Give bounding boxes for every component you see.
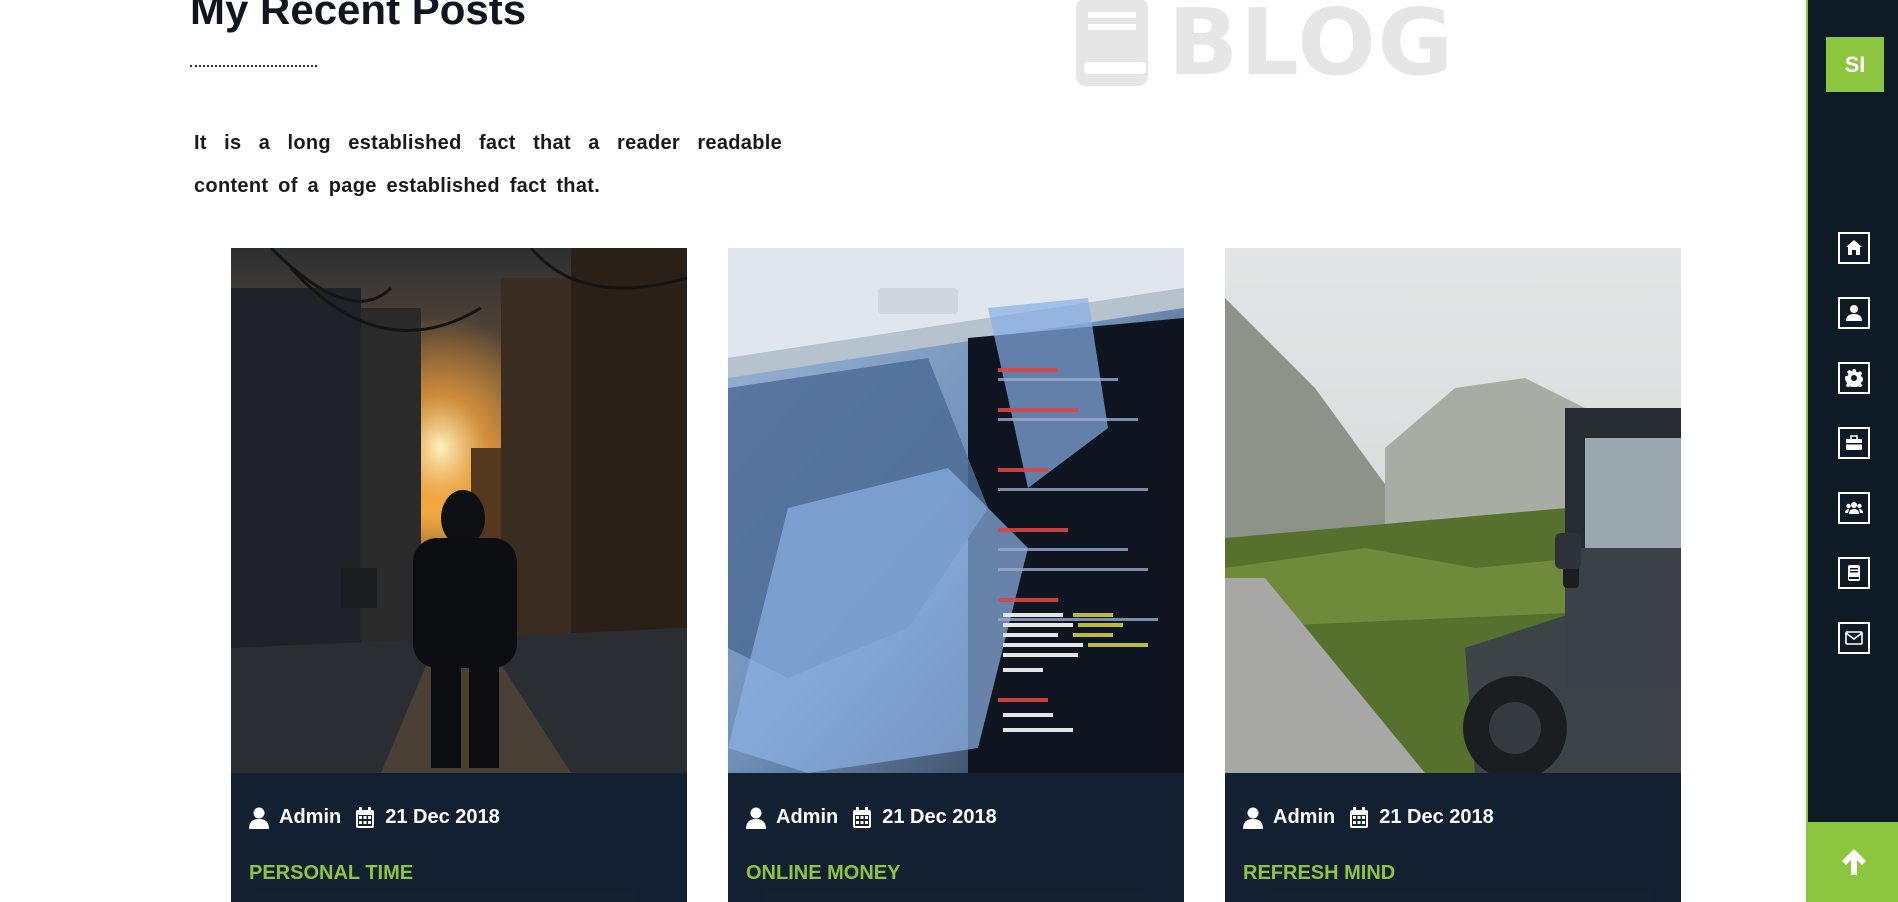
section-title: My Recent Posts xyxy=(190,0,527,33)
post-card[interactable]: Admin 21 Dec 2018 REFRESH MIND xyxy=(1225,248,1681,902)
nav-portfolio[interactable] xyxy=(1838,427,1870,459)
gear-icon xyxy=(1845,369,1863,387)
post-date: 21 Dec 2018 xyxy=(385,806,500,828)
home-icon xyxy=(1846,240,1862,255)
book-icon xyxy=(1848,565,1860,581)
nav-blog[interactable] xyxy=(1838,557,1870,589)
post-image-city-street[interactable] xyxy=(231,248,687,773)
post-date: 21 Dec 2018 xyxy=(1379,806,1494,828)
blog-watermark: BLOG xyxy=(1072,0,1455,90)
user-icon xyxy=(1243,807,1263,829)
briefcase-icon xyxy=(1846,435,1862,450)
envelope-icon xyxy=(1845,631,1863,645)
scroll-to-top-button[interactable] xyxy=(1808,822,1898,902)
book-icon xyxy=(1076,0,1148,86)
post-category[interactable]: REFRESH MIND xyxy=(1243,862,1395,885)
users-icon xyxy=(1845,502,1863,514)
post-category[interactable]: PERSONAL TIME xyxy=(249,862,413,885)
main-content: BLOG My Recent Posts It is a long establ… xyxy=(0,0,1806,902)
post-author[interactable]: Admin xyxy=(776,806,838,829)
nav-home[interactable] xyxy=(1838,232,1870,264)
post-meta: Admin 21 Dec 2018 xyxy=(1243,806,1494,829)
nav-team[interactable] xyxy=(1838,492,1870,524)
post-meta: Admin 21 Dec 2018 xyxy=(746,806,997,829)
nav-services[interactable] xyxy=(1838,362,1870,394)
post-image-code-screen[interactable] xyxy=(728,248,1184,773)
nav-contact[interactable] xyxy=(1838,622,1870,654)
watermark-text: BLOG xyxy=(1168,0,1456,96)
post-meta: Admin 21 Dec 2018 xyxy=(249,806,500,829)
logo[interactable]: SI xyxy=(1826,37,1884,92)
post-image-mountain-road[interactable] xyxy=(1225,248,1681,773)
arrow-up-icon xyxy=(1842,849,1866,875)
post-card[interactable]: Admin 21 Dec 2018 PERSONAL TIME xyxy=(231,248,687,902)
title-underline xyxy=(190,65,317,67)
calendar-icon xyxy=(853,806,872,828)
section-intro: It is a long established fact that a rea… xyxy=(194,132,782,197)
user-icon xyxy=(746,807,766,829)
post-date: 21 Dec 2018 xyxy=(882,806,997,828)
nav-about[interactable] xyxy=(1838,297,1870,329)
user-icon xyxy=(249,807,269,829)
user-icon xyxy=(1846,305,1862,321)
post-card[interactable]: Admin 21 Dec 2018 ONLINE MONEY xyxy=(728,248,1184,902)
calendar-icon xyxy=(356,806,375,828)
sidebar: SI xyxy=(1806,0,1898,902)
calendar-icon xyxy=(1350,806,1369,828)
post-author[interactable]: Admin xyxy=(279,806,341,829)
post-category[interactable]: ONLINE MONEY xyxy=(746,862,900,885)
post-author[interactable]: Admin xyxy=(1273,806,1335,829)
